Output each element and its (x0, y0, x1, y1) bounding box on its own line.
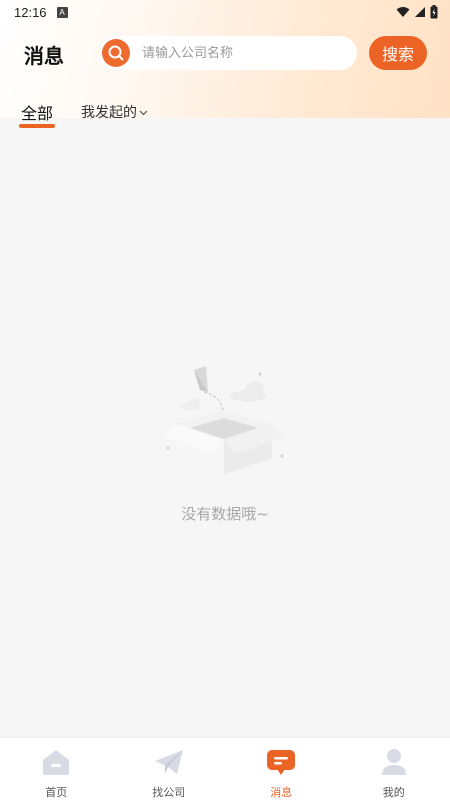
paper-plane-icon (153, 746, 185, 778)
cellular-signal-icon (415, 7, 425, 17)
home-icon (40, 746, 72, 778)
status-indicators (396, 5, 438, 19)
tab-active-indicator (19, 124, 55, 128)
nav-item-find-company[interactable]: 找公司 (113, 738, 226, 800)
empty-state-message: 没有数据哦~ (181, 505, 269, 523)
message-icon (265, 746, 297, 778)
nav-item-home[interactable]: 首页 (0, 738, 113, 800)
search-input[interactable] (142, 45, 342, 61)
nav-item-mine[interactable]: 我的 (338, 738, 450, 800)
page-title: 消息 (24, 44, 64, 68)
nav-label-messages: 消息 (270, 786, 293, 799)
nav-label-home: 首页 (45, 786, 68, 799)
empty-box-illustration (164, 366, 284, 474)
wifi-icon (396, 7, 410, 17)
header: 消息 搜索 (0, 34, 450, 74)
status-bar: 12:16 A (0, 0, 450, 24)
tab-all[interactable]: 全部 (21, 100, 53, 124)
nav-label-mine: 我的 (382, 786, 405, 799)
tab-bar: 全部 我发起的 (0, 98, 450, 132)
bottom-nav: 首页 找公司 消息 我的 (0, 737, 450, 800)
search-icon (102, 39, 130, 67)
search-box[interactable] (99, 36, 357, 70)
chevron-down-icon (139, 110, 148, 116)
notification-icon: A (56, 6, 68, 18)
search-button[interactable]: 搜索 (369, 36, 427, 70)
status-time: 12:16 (14, 4, 47, 20)
person-icon (378, 746, 410, 778)
battery-icon (430, 5, 438, 19)
tab-mine-label: 我发起的 (81, 105, 137, 121)
nav-item-messages[interactable]: 消息 (225, 738, 338, 800)
tab-mine-dropdown[interactable]: 我发起的 (81, 102, 148, 122)
nav-label-find-company: 找公司 (152, 786, 186, 799)
